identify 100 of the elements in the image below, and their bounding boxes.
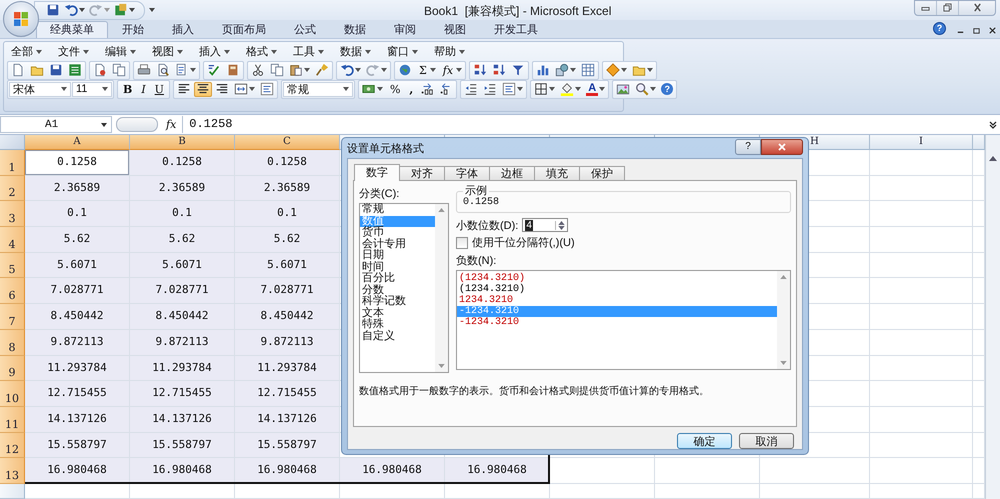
cell-style-button[interactable] [500, 82, 526, 96]
save-button[interactable] [45, 2, 61, 18]
menu-item[interactable]: 文件 [54, 44, 101, 59]
insert-function-button[interactable]: fx [438, 62, 464, 78]
copy-button[interactable] [268, 62, 286, 78]
row-header[interactable]: 8 [0, 330, 25, 356]
fill-color-button[interactable] [558, 82, 584, 96]
vertical-scrollbar[interactable] [985, 135, 1000, 499]
ribbon-tab[interactable]: 数据 [330, 21, 380, 38]
menu-item[interactable]: 数据 [336, 44, 383, 59]
row-header[interactable]: 6 [0, 278, 25, 304]
list-scrollbar[interactable] [777, 271, 790, 369]
row-header[interactable]: 3 [0, 201, 25, 228]
column-header[interactable]: C [235, 135, 340, 150]
format-painter-button[interactable] [313, 62, 331, 78]
font-select[interactable]: 宋体 [9, 82, 71, 96]
row-header[interactable]: 7 [0, 304, 25, 330]
font-size-select[interactable]: 11 [72, 82, 112, 96]
ribbon-tab[interactable]: 审阅 [380, 21, 430, 38]
ribbon-tab[interactable]: 视图 [430, 21, 480, 38]
italic-button[interactable]: I [137, 82, 150, 96]
name-box[interactable]: A1 [0, 116, 112, 133]
list-item[interactable]: -1234.3210 [457, 317, 777, 328]
workbook-button[interactable] [113, 2, 136, 18]
comma-style-button[interactable]: , [405, 82, 418, 96]
redo-button[interactable] [364, 62, 389, 78]
ribbon-tab[interactable]: 经典菜单 [36, 21, 108, 38]
menu-item[interactable]: 格式 [242, 44, 289, 59]
cancel-button[interactable]: 取消 [739, 433, 794, 449]
row-header[interactable]: 12 [0, 432, 25, 458]
autosum-button[interactable]: Σ [415, 62, 438, 78]
list-item[interactable]: 科学记数 [360, 296, 435, 308]
align-center-button[interactable] [194, 82, 212, 96]
list-item[interactable]: 百分比 [360, 273, 435, 284]
list-item[interactable]: (1234.3210) [457, 273, 777, 284]
dialog-tab[interactable]: 数字 [354, 164, 400, 181]
undo-button[interactable] [63, 2, 86, 18]
column-header[interactable]: I [870, 135, 973, 150]
row-header[interactable]: 5 [0, 252, 25, 278]
checkbox[interactable] [456, 236, 468, 248]
highlight-button[interactable] [604, 62, 630, 78]
menu-item[interactable]: 全部 [7, 44, 54, 59]
menu-item[interactable]: 窗口 [383, 44, 430, 59]
formula-input[interactable]: 0.1258 [182, 116, 986, 133]
ribbon-tab[interactable]: 开发工具 [480, 21, 552, 38]
undo-button[interactable] [338, 62, 363, 78]
row-header[interactable]: 2 [0, 176, 25, 202]
list-item[interactable]: 会计专用 [360, 238, 435, 250]
list-item[interactable]: 特殊 [360, 319, 435, 330]
dialog-tab[interactable]: 保护 [579, 166, 625, 180]
menu-item[interactable]: 帮助 [430, 44, 477, 59]
menu-item[interactable]: 插入 [195, 44, 242, 59]
font-color-button[interactable]: A [584, 82, 608, 96]
list-item[interactable]: 1234.3210 [457, 295, 777, 306]
dialog-tab[interactable]: 字体 [444, 166, 490, 180]
help-button[interactable]: ? [659, 82, 676, 96]
menu-item[interactable]: 工具 [289, 44, 336, 59]
row-header[interactable]: 13 [0, 458, 25, 484]
insert-function-button[interactable]: fx [160, 116, 182, 132]
shapes-button[interactable] [553, 62, 578, 78]
print-button[interactable] [135, 62, 153, 78]
attach-button[interactable] [110, 62, 128, 78]
row-header[interactable]: 1 [0, 150, 25, 176]
list-item[interactable]: 时间 [360, 262, 435, 273]
close-button[interactable] [761, 138, 803, 154]
help-button[interactable]: ? [735, 138, 761, 154]
row-header[interactable]: 9 [0, 356, 25, 382]
dialog-tab[interactable]: 对齐 [399, 166, 445, 180]
list-item[interactable]: 分数 [360, 284, 435, 296]
list-item[interactable]: 常规 [360, 204, 435, 216]
ribbon-tab[interactable]: 公式 [280, 21, 330, 38]
dialog-tab[interactable]: 填充 [534, 166, 580, 180]
ribbon-tab[interactable]: 开始 [108, 21, 158, 38]
ribbon-tab[interactable]: 插入 [158, 21, 208, 38]
percent-button[interactable]: % [386, 82, 404, 96]
bold-button[interactable]: B [119, 82, 136, 96]
column-header[interactable]: A [25, 135, 130, 150]
row-header[interactable]: 10 [0, 381, 25, 407]
menu-item[interactable]: 视图 [148, 44, 195, 59]
list-item[interactable]: 自定义 [360, 330, 435, 342]
list-item[interactable]: 文本 [360, 308, 435, 319]
list-scrollbar[interactable] [435, 204, 448, 372]
zoom-button[interactable] [633, 82, 658, 96]
column-header[interactable]: B [130, 135, 235, 150]
dialog-tab[interactable]: 边框 [489, 166, 535, 180]
help-button[interactable]: ? [933, 22, 946, 35]
table-cell: 5.6071 [235, 252, 340, 278]
list-item[interactable]: 日期 [360, 250, 435, 262]
underline-button[interactable]: U [150, 82, 168, 96]
row-header[interactable]: 4 [0, 227, 25, 253]
ok-button[interactable]: 确定 [677, 433, 732, 449]
resize-handle[interactable] [116, 117, 158, 132]
row-header[interactable]: 11 [0, 406, 25, 433]
decimal-places-spinner[interactable]: 4 [522, 218, 568, 232]
ribbon-tab[interactable]: 页面布局 [208, 21, 280, 38]
menu-item[interactable]: 编辑 [101, 44, 148, 59]
table-cell: 0.1 [25, 201, 130, 228]
list-item[interactable]: (1234.3210) [457, 284, 777, 295]
number-format-select[interactable]: 常规 [282, 82, 353, 96]
list-item[interactable]: 货币 [360, 227, 435, 238]
